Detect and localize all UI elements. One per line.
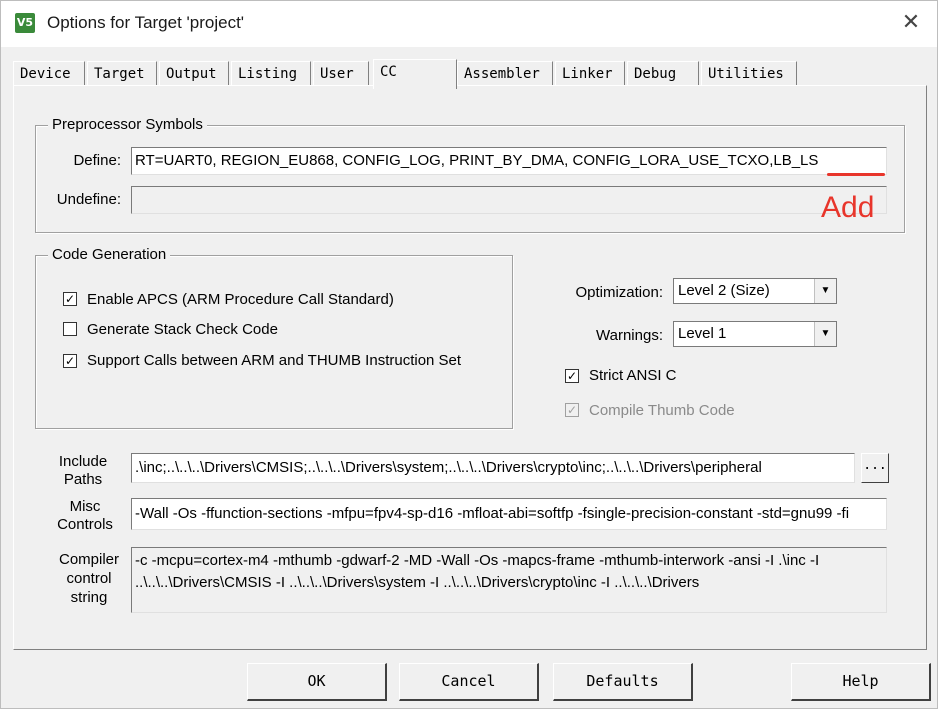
window-title: Options for Target 'project' [47,13,245,32]
stack-check-label: Generate Stack Check Code [87,321,278,338]
preprocessor-symbols-group: Preprocessor Symbols [35,116,905,233]
warnings-select[interactable]: Level 1 ▼ [673,321,837,347]
tab-output[interactable]: Output [159,61,229,85]
code-generation-group-label: Code Generation [48,246,171,263]
options-dialog: V5 Options for Target 'project' ✕ Device… [0,0,938,709]
tab-strip: Device Target Output Listing User CC Ass… [13,59,813,89]
compile-thumb-label: Compile Thumb Code [589,402,735,419]
misc-controls-label: Misc Controls [57,498,113,533]
chevron-down-icon: ▼ [814,279,836,303]
help-button[interactable]: Help [791,663,931,701]
tab-assembler[interactable]: Assembler [457,61,553,85]
tab-user[interactable]: User [313,61,369,85]
warnings-value: Level 1 [678,325,727,342]
stack-check-checkbox[interactable] [63,322,77,336]
close-icon[interactable]: ✕ [897,9,925,37]
strict-ansi-label: Strict ANSI C [589,367,677,384]
optimization-select[interactable]: Level 2 (Size) ▼ [673,278,837,304]
annotation-underline [827,173,885,176]
tab-utilities[interactable]: Utilities [701,61,797,85]
compiler-control-string-label: Compiler control string [58,551,119,606]
include-paths-label: Include Paths [58,453,108,488]
compiler-control-string: -c -mcpu=cortex-m4 -mthumb -gdwarf-2 -MD… [131,547,887,613]
strict-ansi-checkbox[interactable]: ✓ [565,369,579,383]
title-bar: V5 Options for Target 'project' ✕ [1,1,937,47]
cancel-button[interactable]: Cancel [399,663,539,701]
tab-device[interactable]: Device [13,61,85,85]
warnings-label: Warnings: [596,327,663,344]
tab-linker[interactable]: Linker [555,61,625,85]
chevron-down-icon: ▼ [814,322,836,346]
define-label: Define: [73,152,121,169]
keil-app-icon: V5 [15,13,35,33]
ok-button[interactable]: OK [247,663,387,701]
tab-target[interactable]: Target [87,61,157,85]
misc-controls-input[interactable]: -Wall -Os -ffunction-sections -mfpu=fpv4… [131,498,887,530]
include-paths-input[interactable]: .\inc;..\..\..\Drivers\CMSIS;..\..\..\Dr… [131,453,855,483]
undefine-input[interactable] [131,186,887,214]
preprocessor-group-label: Preprocessor Symbols [48,116,207,133]
defaults-button[interactable]: Defaults [553,663,693,701]
code-generation-group: Code Generation [35,246,513,429]
define-input[interactable]: RT=UART0, REGION_EU868, CONFIG_LOG, PRIN… [131,147,887,175]
compile-thumb-checkbox[interactable]: ✓ [565,403,579,417]
undefine-label: Undefine: [56,191,121,208]
include-paths-browse-button[interactable]: ... [861,453,889,483]
enable-apcs-label: Enable APCS (ARM Procedure Call Standard… [87,291,394,308]
arm-thumb-interwork-label: Support Calls between ARM and THUMB Inst… [87,352,462,369]
optimization-value: Level 2 (Size) [678,282,770,299]
tab-listing[interactable]: Listing [231,61,311,85]
enable-apcs-checkbox[interactable]: ✓ [63,292,77,306]
tab-debug[interactable]: Debug [627,61,699,85]
add-annotation: Add [821,191,875,224]
tab-cc[interactable]: CC [373,59,457,89]
optimization-label: Optimization: [575,284,663,301]
arm-thumb-interwork-checkbox[interactable]: ✓ [63,354,77,368]
